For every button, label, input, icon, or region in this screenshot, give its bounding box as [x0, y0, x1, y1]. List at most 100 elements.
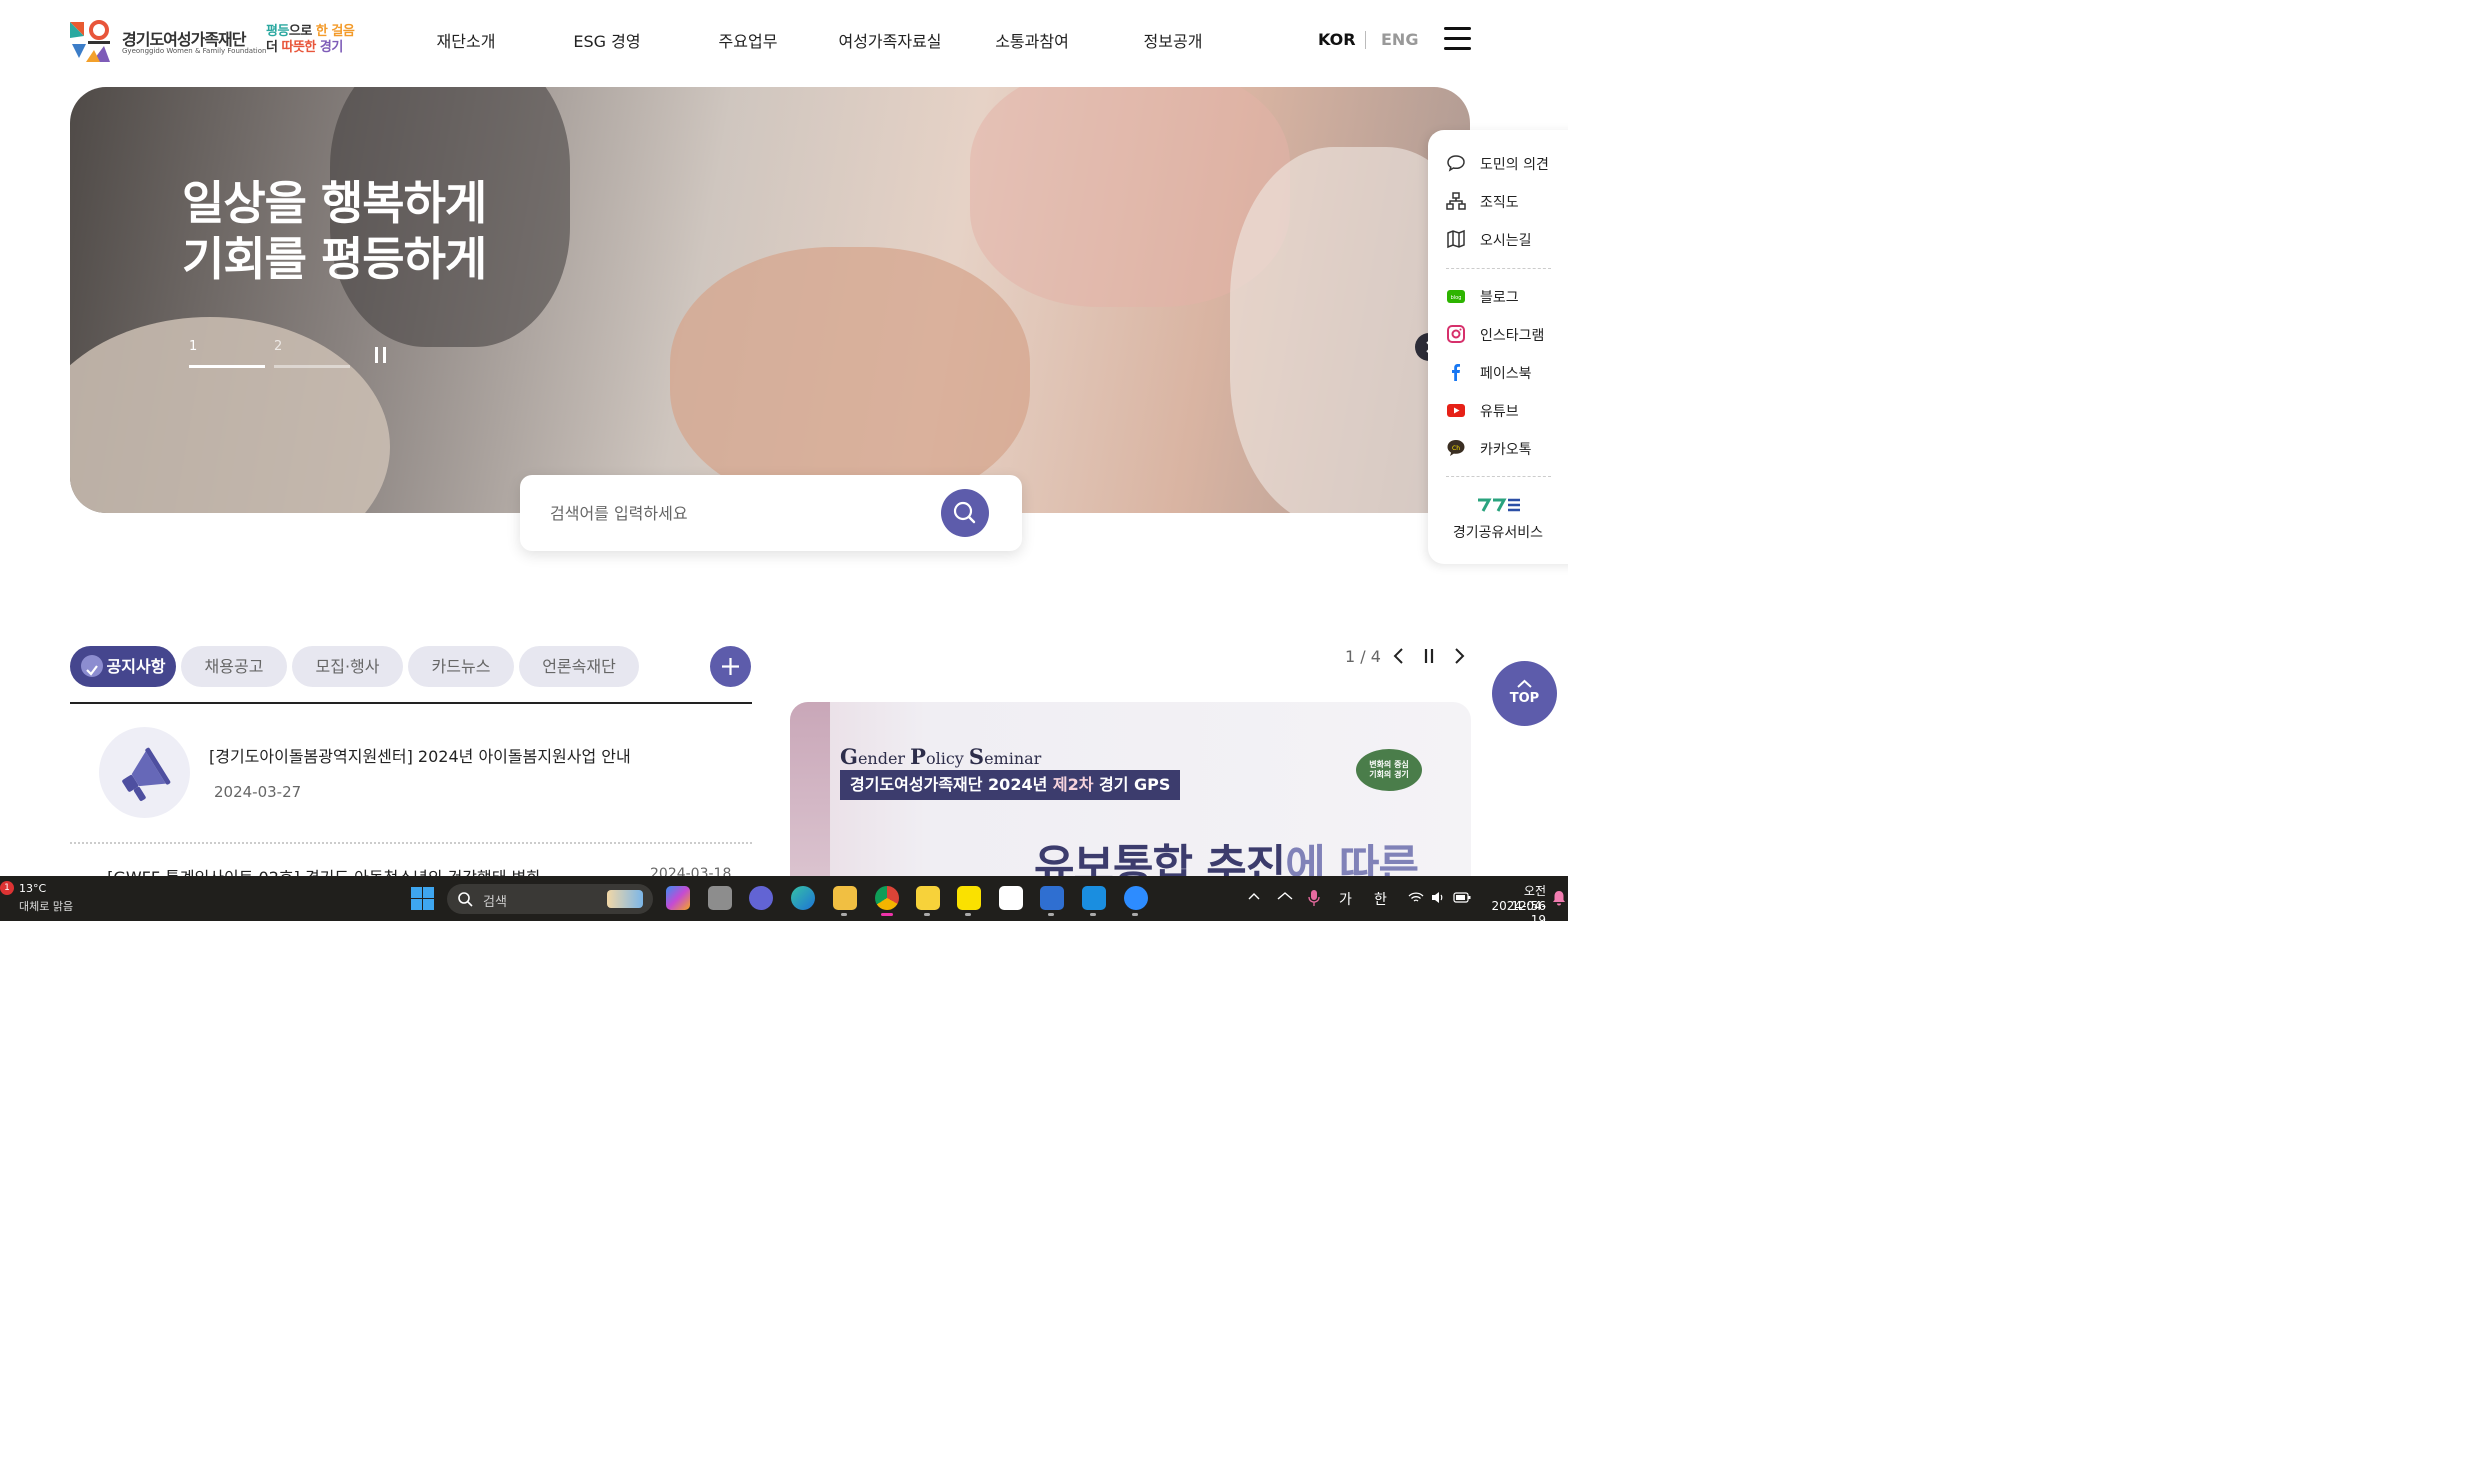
hamburger-menu-icon[interactable]: [1444, 27, 1471, 51]
quick-item-label: 카카오톡: [1480, 442, 1532, 458]
lang-eng[interactable]: ENG: [1381, 30, 1418, 49]
banner-kicker: Gender Policy Seminar: [840, 744, 1041, 769]
nav-item-library[interactable]: 여성가족자료실: [838, 28, 941, 52]
slide-progress-1[interactable]: [189, 365, 265, 368]
ime-language-indicator[interactable]: 한: [1374, 889, 1387, 909]
windows-start-icon[interactable]: [411, 887, 434, 910]
scroll-top-button[interactable]: TOP: [1492, 661, 1557, 726]
banner-prev-button[interactable]: [1388, 645, 1410, 667]
nav-item-foundation[interactable]: 재단소개: [437, 28, 496, 52]
quick-item-org-chart[interactable]: 조직도: [1446, 189, 1568, 213]
quick-item-youtube[interactable]: 유튜브: [1446, 398, 1568, 422]
task-view-icon[interactable]: [708, 886, 732, 910]
copilot-icon[interactable]: [666, 886, 690, 910]
quick-menu-divider: [1446, 476, 1551, 477]
file-explorer-icon[interactable]: [833, 886, 857, 910]
running-indicator: [1132, 913, 1138, 916]
megaphone-icon: [122, 747, 171, 801]
running-indicator: [841, 913, 847, 916]
taskbar-search-label: 검색: [483, 895, 507, 910]
hero-title: 일상을 행복하게 기회를 평등하게: [182, 176, 487, 286]
lang-divider: [1365, 31, 1366, 49]
hancom-office-icon[interactable]: [1082, 886, 1106, 910]
taskbar-search[interactable]: 검색: [447, 884, 653, 914]
logo-mark-icon: [70, 20, 110, 62]
logo-slogan: 평등으로 한 걸음 더 따뜻한 경기: [266, 24, 355, 56]
sticky-notes-icon[interactable]: [916, 886, 940, 910]
more-button[interactable]: [710, 646, 751, 687]
snipping-tool-icon[interactable]: [1040, 886, 1064, 910]
chrome-browser-icon[interactable]: [875, 886, 899, 910]
teams-chat-icon[interactable]: [749, 886, 773, 910]
edge-browser-icon[interactable]: [791, 886, 815, 910]
search-icon: [953, 501, 976, 524]
nav-item-esg[interactable]: ESG 경영: [573, 28, 640, 52]
zoom-icon[interactable]: [1124, 886, 1148, 910]
wifi-icon[interactable]: [1408, 891, 1424, 904]
speaker-icon[interactable]: [1431, 891, 1445, 904]
quick-item-kakaotalk[interactable]: Ch 카카오톡: [1446, 436, 1568, 460]
lang-kor[interactable]: KOR: [1318, 30, 1356, 49]
svg-text:blog: blog: [1451, 295, 1462, 301]
hero-image-shape: [70, 317, 390, 513]
nav-item-disclosure[interactable]: 정보공개: [1144, 28, 1203, 52]
slide-pause-icon[interactable]: [375, 347, 389, 363]
quick-item-facebook[interactable]: 페이스북: [1446, 360, 1568, 384]
kakaotalk-icon[interactable]: [957, 886, 981, 910]
banner-next-button[interactable]: [1448, 645, 1470, 667]
notion-icon[interactable]: [999, 886, 1023, 910]
chevron-left-icon: [1393, 648, 1403, 664]
tab-card-news[interactable]: 카드뉴스: [408, 646, 514, 687]
nav-item-communication[interactable]: 소통과참여: [995, 28, 1069, 52]
logo[interactable]: 경기도여성가족재단 Gyeonggido Women & Family Foun…: [70, 20, 370, 64]
search-input[interactable]: [550, 499, 920, 527]
search-button[interactable]: [941, 489, 989, 537]
microphone-icon[interactable]: [1308, 889, 1320, 907]
battery-icon[interactable]: [1453, 891, 1471, 904]
quick-item-label: 페이스북: [1480, 366, 1532, 382]
hero-image-shape: [670, 247, 1030, 507]
tab-press[interactable]: 언론속재단: [519, 646, 639, 687]
notification-badge: 1: [0, 881, 14, 895]
banner-pause-button[interactable]: [1418, 645, 1440, 667]
tab-events[interactable]: 모집·행사: [292, 646, 403, 687]
slogan-word: 한 걸음: [315, 24, 355, 39]
gyeonggi-share-service-icon: [1478, 498, 1520, 512]
running-indicator: [965, 913, 971, 916]
search-icon: [458, 892, 473, 907]
slide-indicator-1[interactable]: 1: [189, 339, 197, 354]
nav-item-main-work[interactable]: 주요업무: [719, 28, 778, 52]
clock-date[interactable]: 2024-04-19: [1482, 899, 1546, 921]
banner-tag-highlight: 제2차: [1052, 775, 1094, 794]
tab-notices[interactable]: 공지사항: [70, 646, 176, 687]
weather-description[interactable]: 대체로 맑음: [19, 898, 73, 914]
quick-item-instagram[interactable]: 인스타그램: [1446, 322, 1568, 346]
banner-kicker-text: eminar: [984, 749, 1042, 768]
chevron-up-icon: [1517, 679, 1532, 688]
search-box: [520, 475, 1022, 551]
network-drive-icon[interactable]: [1277, 890, 1293, 904]
plus-icon: [722, 658, 739, 675]
kakaotalk-channel-icon: Ch: [1447, 440, 1465, 456]
gps-seminar-banner[interactable]: Gender Policy Seminar 경기도여성가족재단 2024년 제2…: [790, 702, 1471, 902]
weather-temperature[interactable]: 13°C: [19, 882, 46, 895]
chevron-up-icon[interactable]: [1247, 890, 1261, 904]
slide-progress-2[interactable]: [274, 365, 350, 368]
notice-featured-title[interactable]: [경기도아이돌봄광역지원센터] 2024년 아이돌봄지원사업 안내: [209, 743, 631, 767]
notification-bell-icon[interactable]: [1552, 890, 1566, 906]
quick-item-directions[interactable]: 오시는길: [1446, 227, 1568, 251]
notice-featured-date: 2024-03-27: [214, 783, 302, 801]
map-icon: [1447, 229, 1465, 249]
banner-tag-text: 경기 GPS: [1093, 775, 1171, 794]
active-indicator: [881, 913, 893, 916]
quick-item-blog[interactable]: blog 블로그: [1446, 284, 1568, 308]
blog-icon: blog: [1447, 290, 1465, 303]
slide-indicator-2[interactable]: 2: [274, 339, 282, 354]
quick-item-opinion[interactable]: 도민의 의견: [1446, 151, 1568, 175]
quick-menu-divider: [1446, 268, 1551, 269]
logo-english-name: Gyeonggido Women & Family Foundation: [122, 47, 267, 55]
page: 경기도여성가족재단 Gyeonggido Women & Family Foun…: [0, 0, 1568, 921]
tab-recruitment[interactable]: 채용공고: [181, 646, 287, 687]
quick-item-share-service[interactable]: 경기공유서비스: [1428, 522, 1568, 542]
ime-mode-indicator[interactable]: 가: [1339, 889, 1352, 909]
